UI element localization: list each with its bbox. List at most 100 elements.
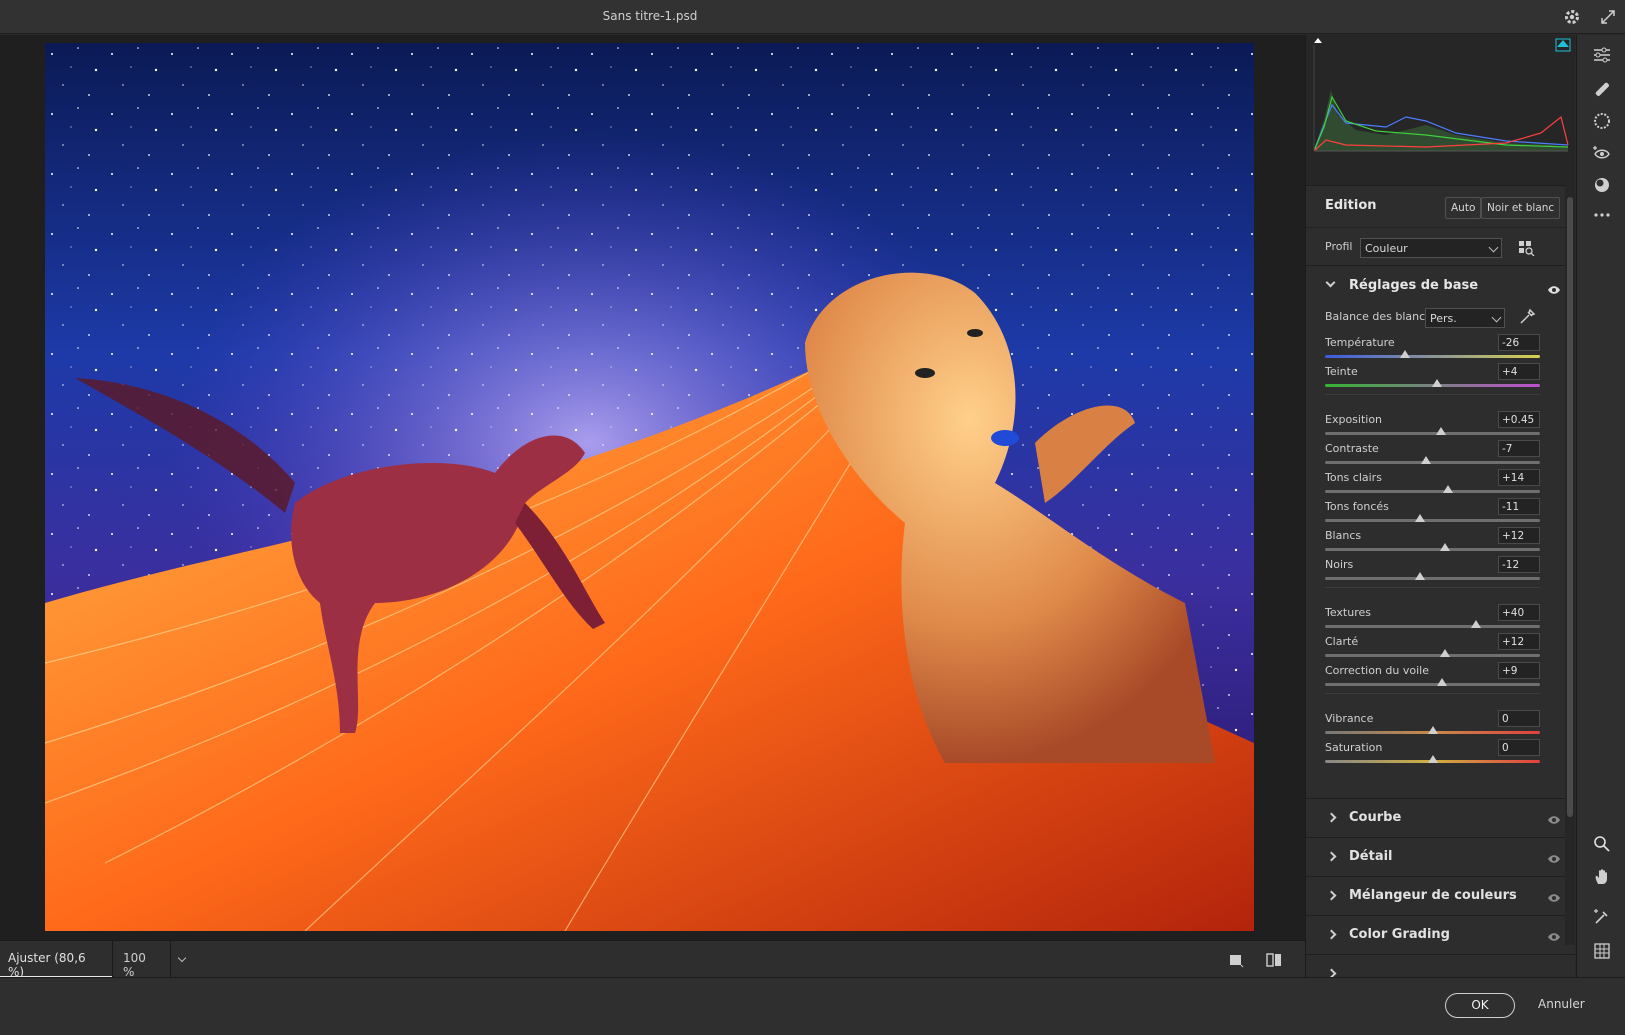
- slider-thumb[interactable]: [1440, 649, 1451, 657]
- dialog-footer: OK Annuler: [0, 977, 1625, 1035]
- section-1[interactable]: Courbe: [1306, 798, 1575, 837]
- slider-value-input[interactable]: +40: [1498, 604, 1540, 621]
- slider-track[interactable]: [1325, 490, 1540, 493]
- ok-button[interactable]: OK: [1445, 993, 1515, 1018]
- zoom-dropdown[interactable]: [170, 941, 192, 978]
- eyedropper-icon[interactable]: [1518, 308, 1536, 326]
- slider-thumb[interactable]: [1399, 350, 1410, 358]
- eye-icon[interactable]: [1547, 853, 1561, 863]
- slider-thumb[interactable]: [1437, 678, 1448, 686]
- hand-tool-icon[interactable]: [1590, 865, 1614, 889]
- cancel-button[interactable]: Annuler: [1538, 997, 1585, 1011]
- slider-thumb[interactable]: [1431, 379, 1442, 387]
- slider-label: Contraste: [1325, 442, 1379, 455]
- title-bar: Sans titre-1.psd: [0, 0, 1625, 34]
- eye-icon[interactable]: [1547, 892, 1561, 902]
- slider-value-input[interactable]: +0.45: [1498, 411, 1540, 428]
- highlight-clip-warning-icon[interactable]: [1557, 40, 1569, 47]
- slider-thumb[interactable]: [1421, 456, 1432, 464]
- slider-thumb[interactable]: [1427, 755, 1438, 763]
- slider-value-input[interactable]: -26: [1498, 334, 1540, 351]
- slider-value-input[interactable]: 0: [1498, 710, 1540, 727]
- zoom-tool-icon[interactable]: [1590, 832, 1614, 856]
- slider-value-input[interactable]: 0: [1498, 739, 1540, 756]
- white-balance-select[interactable]: Pers.: [1425, 308, 1505, 328]
- slider-thumb[interactable]: [1427, 726, 1438, 734]
- before-after-icon[interactable]: [1264, 950, 1284, 970]
- section-title: Mélangeur de couleurs: [1349, 888, 1517, 903]
- photo-preview[interactable]: [45, 43, 1254, 931]
- divider: [1325, 394, 1540, 395]
- profile-row: Profil Couleur: [1306, 227, 1575, 265]
- section-title: Courbe: [1349, 810, 1402, 825]
- profile-browser-icon[interactable]: [1518, 240, 1536, 257]
- shadow-clip-warning-icon[interactable]: [1314, 38, 1322, 43]
- slider-thumb[interactable]: [1414, 572, 1425, 580]
- slider-value-input[interactable]: +4: [1498, 363, 1540, 380]
- presets-icon[interactable]: [1590, 173, 1614, 197]
- slider-thumb[interactable]: [1442, 485, 1453, 493]
- slider-thumb[interactable]: [1470, 620, 1481, 628]
- slider-value-input[interactable]: -11: [1498, 498, 1540, 515]
- color-sampler-icon[interactable]: [1590, 905, 1614, 929]
- slider-thumb[interactable]: [1436, 427, 1447, 435]
- slider-track[interactable]: [1325, 654, 1540, 657]
- slider-track[interactable]: [1325, 683, 1540, 686]
- slider-row: Tons clairs +14: [1325, 469, 1540, 500]
- basic-section: Réglages de base Balance des blancs Pers…: [1306, 265, 1575, 798]
- auto-button[interactable]: Auto: [1445, 197, 1482, 219]
- more-icon[interactable]: [1590, 203, 1614, 227]
- divider: [1325, 693, 1540, 694]
- edition-header: Edition Auto Noir et blanc: [1306, 185, 1575, 227]
- red-eye-icon[interactable]: [1590, 141, 1614, 165]
- chevron-down-icon: [1491, 312, 1502, 323]
- slider-row: Textures +40: [1325, 604, 1540, 635]
- section-4[interactable]: Color Grading: [1306, 915, 1575, 954]
- slider-label: Tons foncés: [1325, 500, 1389, 513]
- canvas-area[interactable]: [0, 35, 1305, 940]
- slider-track[interactable]: [1325, 432, 1540, 435]
- zoom-100-button[interactable]: 100 %: [112, 941, 170, 979]
- gear-icon[interactable]: [1562, 7, 1582, 27]
- eye-icon[interactable]: [1547, 814, 1561, 824]
- zoom-fit-button[interactable]: Ajuster (80,6 %): [0, 941, 112, 979]
- slider-track[interactable]: [1325, 577, 1540, 580]
- fullscreen-icon[interactable]: [1598, 7, 1618, 27]
- single-view-icon[interactable]: [1226, 950, 1246, 970]
- sliders-edit-icon[interactable]: [1590, 43, 1614, 67]
- slider-track[interactable]: [1325, 461, 1540, 464]
- slider-track[interactable]: [1325, 355, 1540, 358]
- slider-thumb[interactable]: [1440, 543, 1451, 551]
- profile-select[interactable]: Couleur: [1360, 238, 1502, 258]
- section-peek[interactable]: [1306, 954, 1575, 977]
- slider-track[interactable]: [1325, 625, 1540, 628]
- chevron-right-icon: [1326, 812, 1337, 823]
- healing-icon[interactable]: [1590, 77, 1614, 101]
- basic-section-title[interactable]: Réglages de base: [1349, 278, 1478, 293]
- slider-label: Teinte: [1325, 365, 1358, 378]
- section-3[interactable]: Mélangeur de couleurs: [1306, 876, 1575, 915]
- slider-value-input[interactable]: +14: [1498, 469, 1540, 486]
- slider-row: Exposition +0.45: [1325, 411, 1540, 442]
- section-2[interactable]: Détail: [1306, 837, 1575, 876]
- panel-scrollbar-thumb[interactable]: [1567, 197, 1573, 817]
- slider-value-input[interactable]: -12: [1498, 556, 1540, 573]
- slider-value-input[interactable]: +12: [1498, 527, 1540, 544]
- slider-thumb[interactable]: [1414, 514, 1425, 522]
- slider-value-input[interactable]: +9: [1498, 662, 1540, 679]
- eye-icon[interactable]: [1547, 931, 1561, 941]
- eye-icon[interactable]: [1547, 284, 1561, 294]
- slider-row: Blancs +12: [1325, 527, 1540, 558]
- slider-track[interactable]: [1325, 519, 1540, 522]
- slider-value-input[interactable]: -7: [1498, 440, 1540, 457]
- tool-strip: [1576, 35, 1625, 977]
- slider-track[interactable]: [1325, 548, 1540, 551]
- slider-value-input[interactable]: +12: [1498, 633, 1540, 650]
- panel-scrollbar[interactable]: [1565, 185, 1575, 945]
- chevron-down-icon[interactable]: [1325, 277, 1336, 288]
- slider-label: Blancs: [1325, 529, 1362, 542]
- grid-overlay-icon[interactable]: [1590, 939, 1614, 963]
- mask-icon[interactable]: [1590, 109, 1614, 133]
- black-white-button[interactable]: Noir et blanc: [1481, 197, 1561, 219]
- slider-label: Textures: [1325, 606, 1371, 619]
